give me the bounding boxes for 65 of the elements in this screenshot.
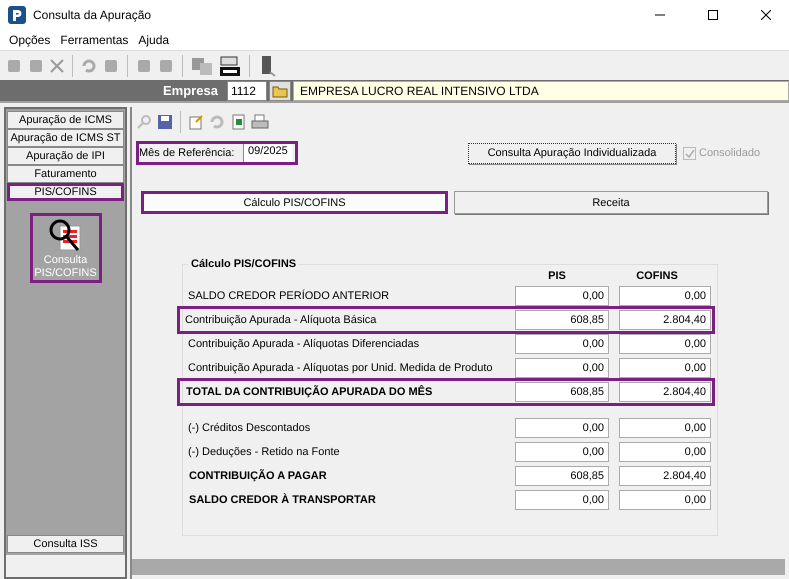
sidebar-item[interactable]: Consulta ISS: [7, 535, 124, 553]
reference-month-label: Mês de Referência:: [139, 147, 236, 159]
pis-value-field[interactable]: 0,00: [515, 442, 609, 462]
pis-value-field[interactable]: 0,00: [515, 418, 609, 438]
individual-query-button[interactable]: Consulta Apuração Individualizada: [468, 142, 676, 164]
pis-value-field[interactable]: 608,85: [515, 310, 609, 330]
save-icon[interactable]: [157, 114, 173, 130]
company-name-field[interactable]: EMPRESA LUCRO REAL INTENSIVO LTDA: [293, 80, 789, 100]
menu-item[interactable]: Ajuda: [133, 33, 174, 47]
app-logo-icon: [8, 6, 26, 24]
sidebar-item[interactable]: PIS/COFINS: [7, 183, 124, 201]
delete-icon[interactable]: [50, 58, 64, 72]
column-header: PIS: [547, 270, 567, 282]
row-label: (-) Deduções - Retido na Fonte: [188, 446, 341, 458]
cofins-value-field[interactable]: 2.804,40: [619, 466, 711, 486]
menu-item[interactable]: Opções: [4, 33, 56, 47]
pis-value-field[interactable]: 0,00: [515, 334, 609, 354]
pis-value-field[interactable]: 0,00: [515, 286, 609, 306]
row-label: Contribuição Apurada - Alíquotas Diferenciadas: [188, 338, 420, 350]
undo-icon[interactable]: [81, 58, 97, 72]
row-label: TOTAL DA CONTRIBUIÇÃO APURADA DO MÊS: [185, 386, 434, 398]
window-title: Consulta da Apuração: [33, 8, 152, 22]
cofins-value-field[interactable]: 0,00: [619, 358, 711, 378]
sidebar-item[interactable]: Apuração de IPI: [7, 147, 124, 165]
reference-month-field[interactable]: 09/2025: [243, 144, 292, 162]
company-code-field[interactable]: 1112: [227, 80, 267, 100]
pis-value-field[interactable]: 0,00: [515, 490, 609, 510]
document-edit-icon[interactable]: [188, 114, 204, 130]
tab[interactable]: Cálculo PIS/COFINS: [141, 191, 448, 214]
undo-icon[interactable]: [209, 115, 225, 129]
cofins-value-field[interactable]: 0,00: [619, 490, 711, 510]
menu-item[interactable]: Ferramentas: [55, 33, 134, 47]
row-label: (-) Créditos Descontados: [188, 422, 312, 434]
open-folder-button[interactable]: [269, 80, 291, 100]
tile-label: Consulta PIS/COFINS: [33, 254, 98, 280]
cofins-value-field[interactable]: 0,00: [619, 442, 711, 462]
group-title: Cálculo PIS/COFINS: [190, 258, 298, 270]
printer-icon[interactable]: [219, 54, 241, 76]
cofins-value-field[interactable]: 0,00: [619, 286, 711, 306]
search-icon[interactable]: [136, 114, 152, 130]
row-label: SALDO CREDOR PERÍODO ANTERIOR: [188, 290, 390, 302]
sidebar-item[interactable]: Apuração de ICMS: [7, 111, 124, 129]
checkmark-icon: [684, 148, 694, 158]
document-search-icon: [48, 218, 84, 254]
row-label: Contribuição Apurada - Alíquota Básica: [185, 314, 378, 326]
maximize-icon[interactable]: [708, 10, 718, 20]
row-label: CONTRIBUIÇÃO A PAGAR: [188, 470, 328, 482]
pis-value-field[interactable]: 0,00: [515, 358, 609, 378]
close-icon[interactable]: [761, 10, 771, 20]
sidebar-item[interactable]: Apuração de ICMS ST: [7, 129, 124, 147]
tab[interactable]: Receita: [454, 191, 768, 214]
column-header: COFINS: [635, 270, 679, 282]
spreadsheet-icon[interactable]: [230, 114, 246, 130]
company-label: Empresa: [163, 83, 219, 98]
cofins-value-field[interactable]: 2.804,40: [619, 382, 711, 402]
cofins-value-field[interactable]: 0,00: [619, 418, 711, 438]
pis-value-field[interactable]: 608,85: [515, 466, 609, 486]
row-label: SALDO CREDOR À TRANSPORTAR: [188, 494, 377, 506]
row-label: Contribuição Apurada - Alíquotas por Unid. Medida de Produto: [188, 362, 494, 374]
cofins-value-field[interactable]: 0,00: [619, 334, 711, 354]
sidebar-item[interactable]: Faturamento: [7, 165, 124, 183]
pis-value-field[interactable]: 608,85: [515, 382, 609, 402]
checkbox-label: Consolidado: [699, 147, 760, 159]
documents-icon[interactable]: [191, 56, 213, 76]
cofins-value-field[interactable]: 2.804,40: [619, 310, 711, 330]
